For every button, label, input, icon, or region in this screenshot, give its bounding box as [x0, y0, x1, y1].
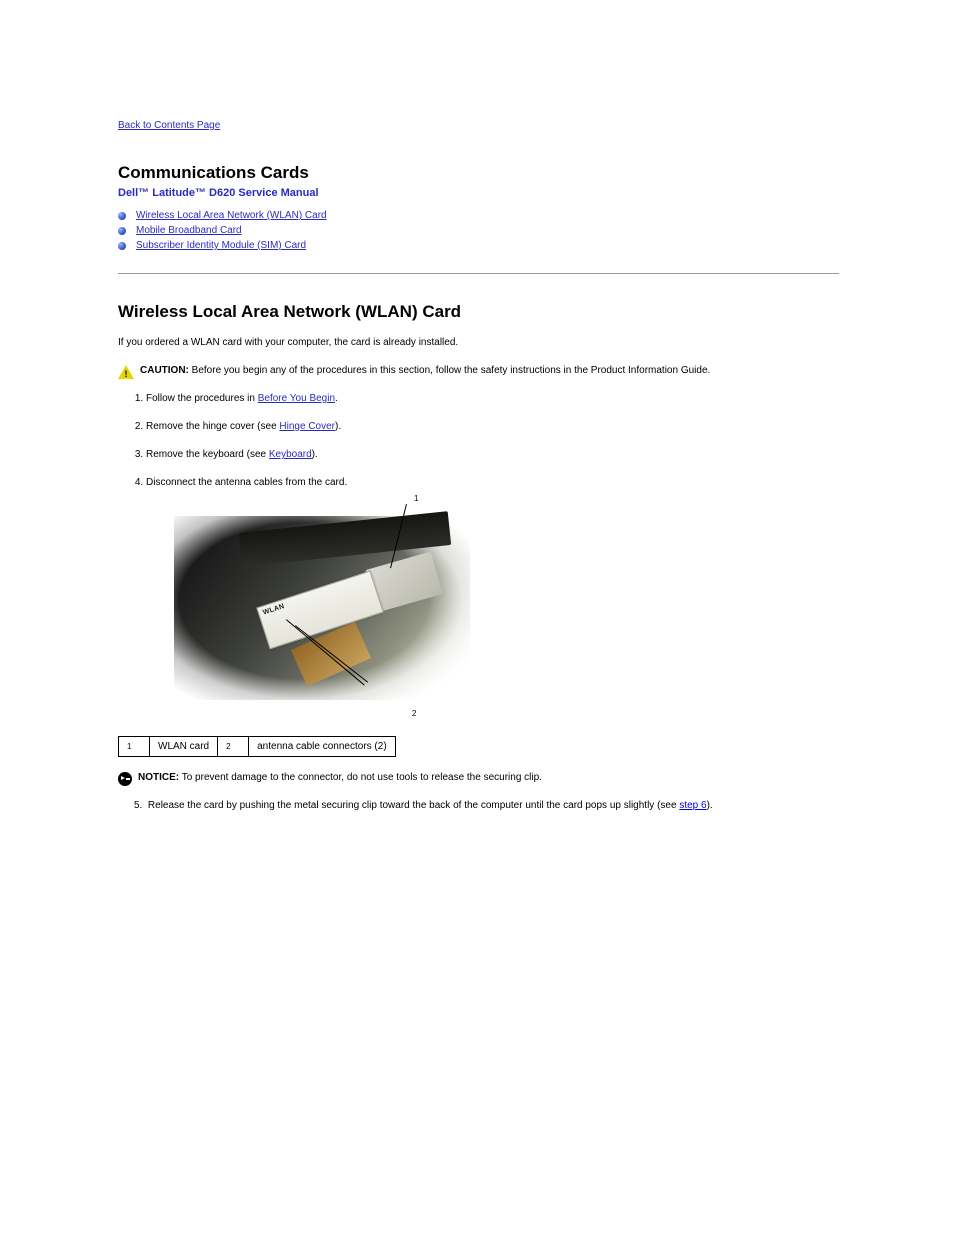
- section-heading: Wireless Local Area Network (WLAN) Card: [118, 302, 839, 322]
- toc-link-mobile-broadband[interactable]: Mobile Broadband Card: [136, 224, 242, 238]
- callout-num-2: 2: [412, 709, 416, 718]
- step-3: Remove the keyboard (see Keyboard).: [146, 448, 839, 462]
- toc-list: Wireless Local Area Network (WLAN) Card …: [118, 209, 839, 253]
- step-3-link[interactable]: Keyboard: [269, 449, 312, 460]
- divider: [118, 273, 839, 274]
- intro-text: If you ordered a WLAN card with your com…: [118, 336, 839, 350]
- bullet-icon: [118, 212, 126, 220]
- bullet-icon: [118, 242, 126, 250]
- step-1-link[interactable]: Before You Begin: [258, 393, 335, 404]
- back-to-contents-link[interactable]: Back to Contents Page: [118, 120, 220, 131]
- notice-icon: [118, 772, 132, 786]
- key-label-2: antenna cable connectors (2): [249, 737, 396, 757]
- step-4: Disconnect the antenna cables from the c…: [146, 476, 839, 490]
- steps-list: Follow the procedures in Before You Begi…: [118, 392, 839, 490]
- notice-lead: NOTICE:: [138, 772, 179, 783]
- step-1: Follow the procedures in Before You Begi…: [146, 392, 839, 406]
- card-label-text: WLAN: [262, 603, 285, 617]
- step-2-link[interactable]: Hinge Cover: [279, 421, 335, 432]
- key-label-1: WLAN card: [150, 737, 218, 757]
- page-heading: Communications Cards: [118, 163, 839, 183]
- toc-link-wlan[interactable]: Wireless Local Area Network (WLAN) Card: [136, 209, 327, 223]
- caution-text: Before you begin any of the procedures i…: [192, 365, 711, 376]
- step-5: 5. Release the card by pushing the metal…: [118, 799, 839, 813]
- callout-key-table: 1 WLAN card 2 antenna cable connectors (…: [118, 736, 396, 757]
- key-num-2: 2: [218, 737, 249, 757]
- caution-callout: CAUTION: Before you begin any of the pro…: [118, 364, 839, 378]
- key-num-1: 1: [119, 737, 150, 757]
- toc-link-sim[interactable]: Subscriber Identity Module (SIM) Card: [136, 239, 306, 253]
- doc-title: Dell™ Latitude™ D620 Service Manual: [118, 187, 839, 199]
- notice-text: To prevent damage to the connector, do n…: [182, 772, 542, 783]
- caution-icon: [118, 365, 134, 379]
- step-5-link[interactable]: step 6: [679, 800, 706, 811]
- notice-callout: NOTICE: To prevent damage to the connect…: [118, 771, 839, 785]
- bullet-icon: [118, 227, 126, 235]
- callout-num-1: 1: [414, 494, 418, 503]
- step-2: Remove the hinge cover (see Hinge Cover)…: [146, 420, 839, 434]
- caution-lead: CAUTION:: [140, 365, 189, 376]
- wlan-card-photo: WLAN 1 2: [174, 504, 474, 720]
